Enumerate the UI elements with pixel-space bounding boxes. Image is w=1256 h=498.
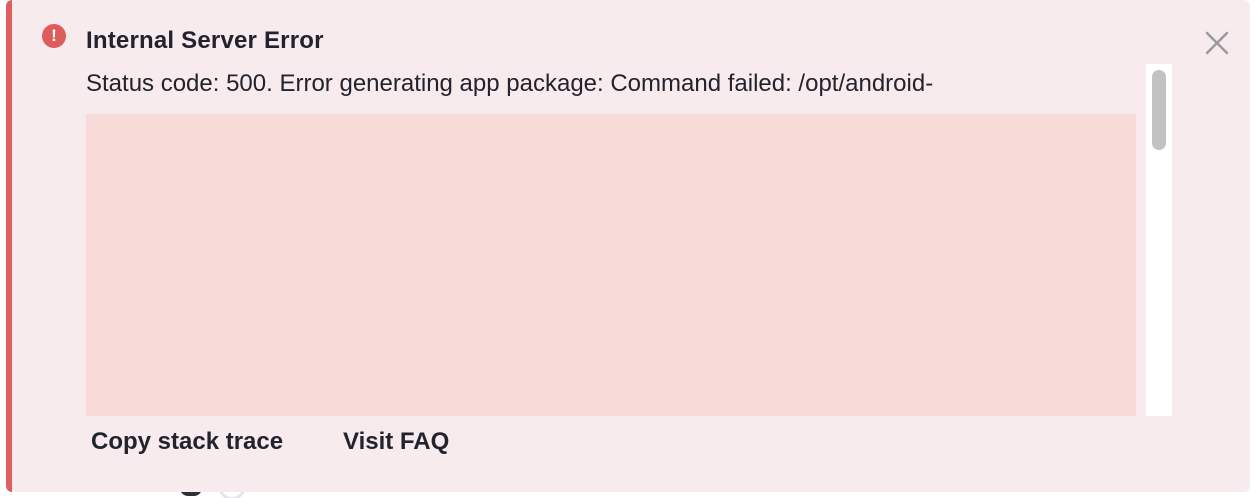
- alert-title: Internal Server Error: [86, 27, 324, 54]
- close-icon: [1205, 31, 1229, 55]
- copy-stack-trace-button[interactable]: Copy stack trace: [91, 428, 283, 456]
- error-message: Status code: 500. Error generating app p…: [86, 70, 934, 97]
- error-message-area[interactable]: Status code: 500. Error generating app p…: [86, 64, 1174, 416]
- error-alert: ! Internal Server Error Status code: 500…: [6, 0, 1250, 492]
- stack-trace-block: [86, 114, 1136, 416]
- scrollbar-thumb[interactable]: [1152, 70, 1166, 150]
- visit-faq-link[interactable]: Visit FAQ: [343, 428, 449, 456]
- close-button[interactable]: [1200, 26, 1234, 60]
- error-exclamation-icon: !: [42, 24, 66, 48]
